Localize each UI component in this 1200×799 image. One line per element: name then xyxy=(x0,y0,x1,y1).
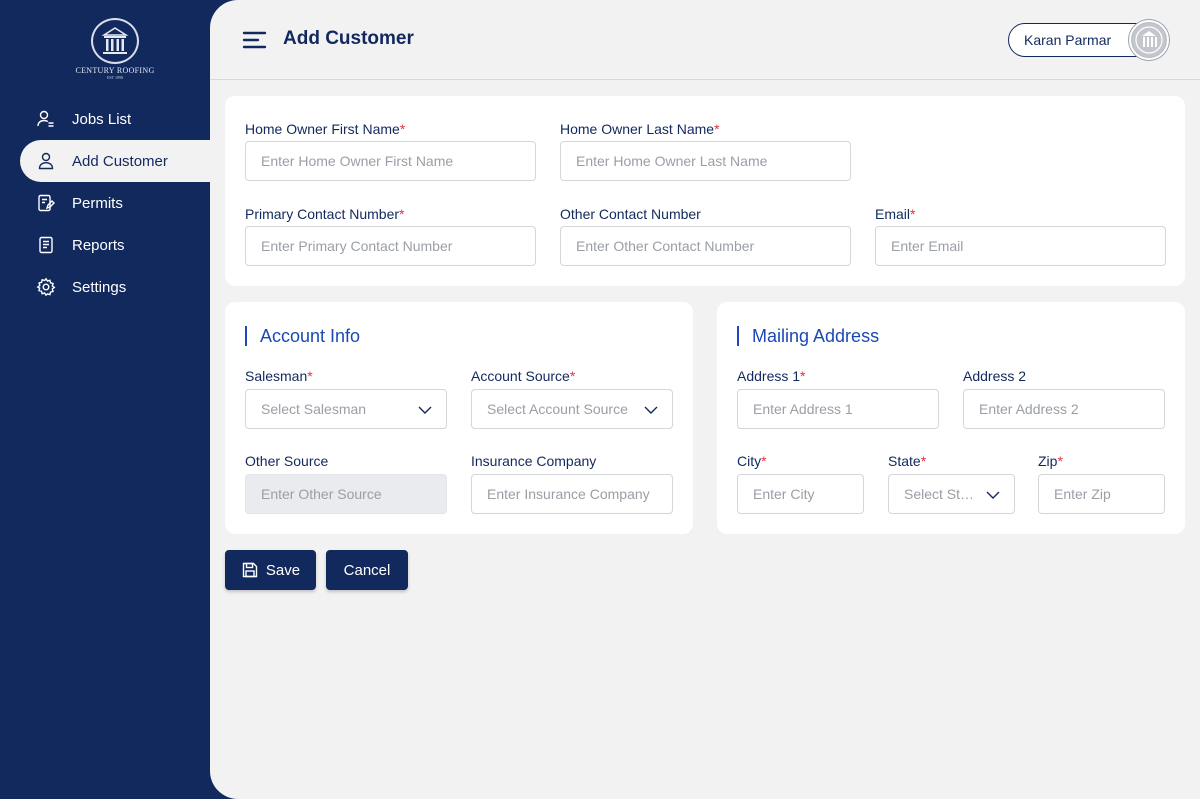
address2-label: Address 2 xyxy=(963,368,1027,384)
main-content: Add Customer Karan Parmar Home Owner Fir… xyxy=(210,0,1200,799)
mailing-address-title: Mailing Address xyxy=(737,326,879,346)
email-label: Email* xyxy=(875,206,916,222)
save-button[interactable]: Save xyxy=(225,550,316,590)
gear-icon xyxy=(36,277,56,297)
avatar xyxy=(1129,20,1169,60)
report-icon xyxy=(36,235,56,255)
account-source-label: Account Source* xyxy=(471,368,576,384)
city-label: City* xyxy=(737,453,767,469)
other-source-input[interactable] xyxy=(245,474,447,514)
user-profile-button[interactable]: Karan Parmar xyxy=(1008,20,1169,60)
page-title: Add Customer xyxy=(283,28,414,49)
address2-input[interactable] xyxy=(963,389,1165,429)
address1-input[interactable] xyxy=(737,389,939,429)
sidebar-item-label: Reports xyxy=(72,236,125,254)
zip-input[interactable] xyxy=(1038,474,1165,514)
pillars-icon xyxy=(91,18,139,64)
sidebar-item-jobs-list[interactable]: Jobs List xyxy=(20,98,210,140)
user-name: Karan Parmar xyxy=(1024,32,1112,48)
owner-info-card: Home Owner First Name* Home Owner Last N… xyxy=(225,96,1185,286)
sidebar-item-reports[interactable]: Reports xyxy=(20,224,210,266)
first-name-label: Home Owner First Name* xyxy=(245,121,406,137)
address1-label: Address 1* xyxy=(737,368,806,384)
state-select-value: Select State xyxy=(904,486,976,502)
sidebar-item-label: Add Customer xyxy=(72,152,168,170)
city-input[interactable] xyxy=(737,474,864,514)
insurance-company-input[interactable] xyxy=(471,474,673,514)
sidebar-item-settings[interactable]: Settings xyxy=(20,266,210,308)
sidebar-nav: Jobs List Add Customer Permits Reports S… xyxy=(20,98,210,308)
insurance-company-label: Insurance Company xyxy=(471,453,597,469)
sidebar-item-permits[interactable]: Permits xyxy=(20,182,210,224)
salesman-label: Salesman* xyxy=(245,368,313,384)
sidebar-item-label: Permits xyxy=(72,194,123,212)
chevron-down-icon xyxy=(644,403,658,420)
save-label: Save xyxy=(265,561,301,579)
mailing-address-card: Mailing Address Address 1* Address 2 Cit… xyxy=(717,302,1185,534)
cancel-button[interactable]: Cancel xyxy=(326,550,408,590)
company-logo[interactable]: CENTURY ROOFING EST 1998 xyxy=(74,18,156,80)
save-icon xyxy=(241,561,259,579)
other-contact-input[interactable] xyxy=(560,226,851,266)
last-name-label: Home Owner Last Name* xyxy=(560,121,720,137)
user-icon xyxy=(36,151,56,171)
other-source-label: Other Source xyxy=(245,453,329,469)
logo-text: CENTURY ROOFING xyxy=(75,66,155,75)
first-name-input[interactable] xyxy=(245,141,536,181)
sidebar-item-add-customer[interactable]: Add Customer xyxy=(20,140,210,182)
state-label: State* xyxy=(888,453,927,469)
chevron-down-icon xyxy=(418,403,432,420)
state-select[interactable]: Select State xyxy=(888,474,1015,514)
primary-contact-label: Primary Contact Number* xyxy=(245,206,405,222)
sidebar-item-label: Settings xyxy=(72,278,127,296)
salesman-select[interactable]: Select Salesman xyxy=(245,389,447,429)
account-info-title: Account Info xyxy=(245,326,360,346)
last-name-input[interactable] xyxy=(560,141,851,181)
email-input[interactable] xyxy=(875,226,1166,266)
account-source-select[interactable]: Select Account Source xyxy=(471,389,673,429)
other-contact-label: Other Contact Number xyxy=(560,206,701,222)
sidebar-item-label: Jobs List xyxy=(72,110,132,128)
primary-contact-input[interactable] xyxy=(245,226,536,266)
cancel-label: Cancel xyxy=(343,561,391,579)
user-list-icon xyxy=(36,109,56,129)
zip-label: Zip* xyxy=(1038,453,1063,469)
salesman-select-value: Select Salesman xyxy=(261,401,367,417)
top-bar: Add Customer Karan Parmar xyxy=(210,0,1200,80)
account-source-select-value: Select Account Source xyxy=(487,401,628,417)
sidebar: CENTURY ROOFING EST 1998 Jobs List Add C… xyxy=(0,0,210,799)
hamburger-menu-icon[interactable] xyxy=(242,30,268,50)
document-edit-icon xyxy=(36,193,56,213)
chevron-down-icon xyxy=(986,488,1000,505)
logo-subtext: EST 1998 xyxy=(106,75,124,80)
account-info-card: Account Info Salesman* Select Salesman A… xyxy=(225,302,693,534)
